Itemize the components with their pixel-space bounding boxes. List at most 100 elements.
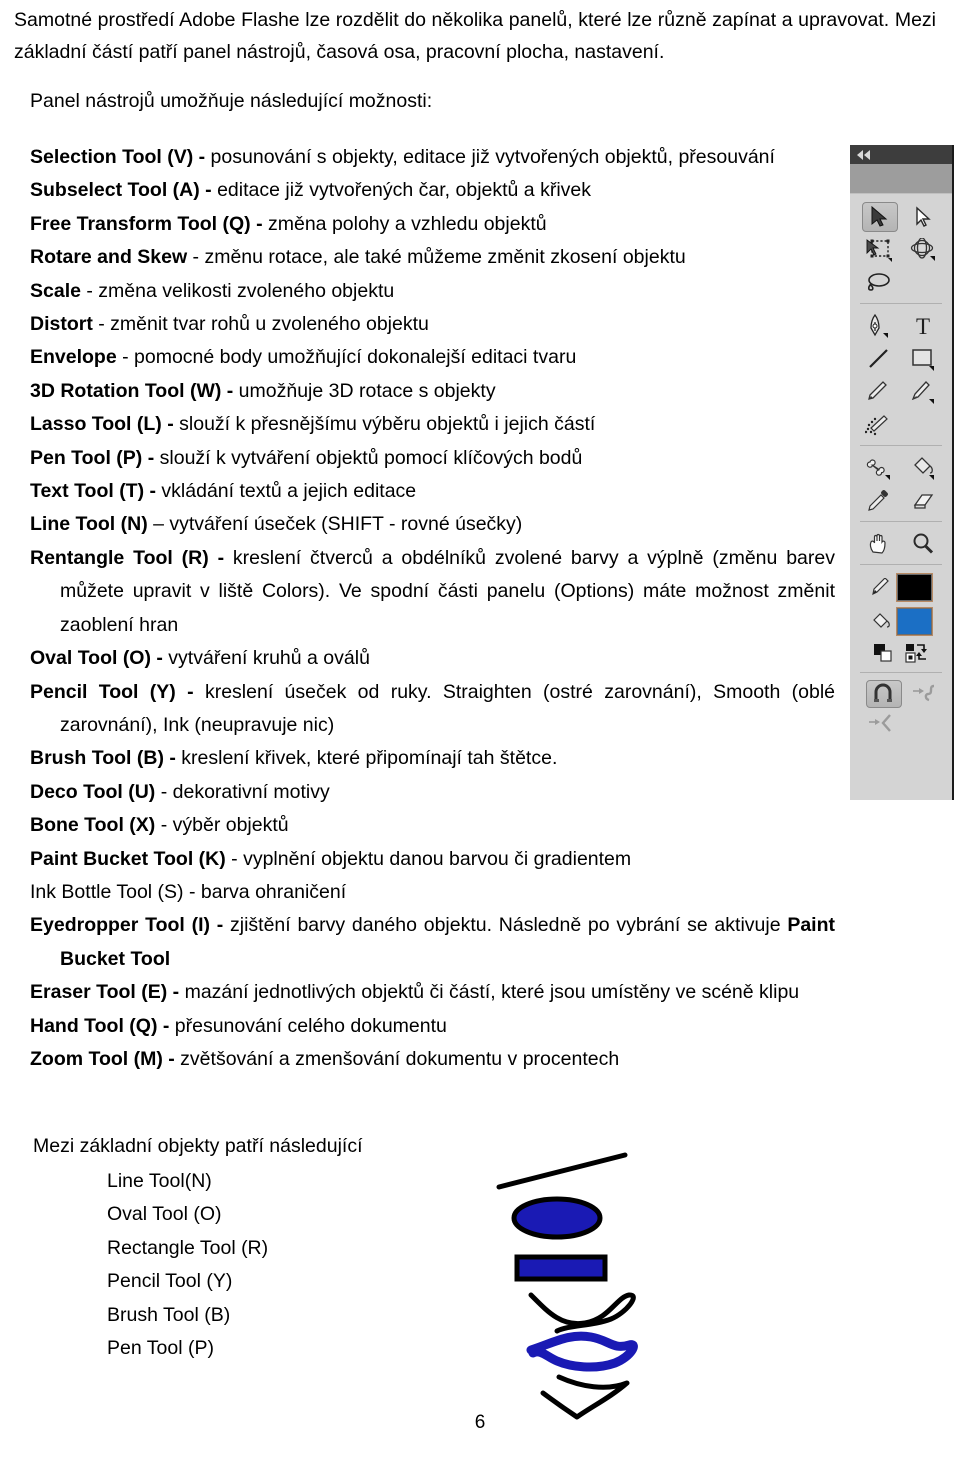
tool-list-item: Paint Bucket Tool (K) - vyplnění objektu… xyxy=(30,843,835,876)
swap-colors-icon[interactable] xyxy=(905,643,929,663)
tool-list-item: Line Tool (N) – vytváření úseček (SHIFT … xyxy=(30,508,835,541)
tool-name: Envelope xyxy=(30,346,117,369)
sample-rectangle xyxy=(514,1254,608,1282)
snap-to-objects-icon[interactable] xyxy=(864,679,902,708)
tool-description: umožňuje 3D rotace s objekty xyxy=(233,379,496,402)
free-transform-tool-icon[interactable] xyxy=(857,234,901,265)
panel-separator xyxy=(860,303,942,304)
bone-tool-icon[interactable] xyxy=(857,452,901,483)
fill-color-row[interactable] xyxy=(854,604,948,638)
objects-list-item: Pencil Tool (Y) xyxy=(107,1270,233,1293)
intro-paragraph: Samotné prostředí Adobe Flashe lze rozdě… xyxy=(14,4,936,68)
sample-pencil-stroke xyxy=(528,1292,636,1334)
tool-list-item: Pencil Tool (Y) - kreslení úseček od ruk… xyxy=(30,676,835,743)
tool-name: Free Transform Tool (Q) - xyxy=(30,212,263,235)
selection-arrow-tool-icon[interactable] xyxy=(857,201,901,232)
zoom-tool-icon[interactable] xyxy=(901,528,945,559)
tool-name: Pencil Tool (Y) - xyxy=(30,680,194,703)
tool-description: vytváření kruhů a oválů xyxy=(162,647,370,670)
tool-description: změna polohy a vzhledu objektů xyxy=(262,212,547,235)
tool-description: kreslení křivek, které připomínají tah š… xyxy=(175,747,558,770)
subselection-arrow-tool-icon[interactable] xyxy=(901,201,945,232)
tool-description: - změnit tvar rohů u zvoleného objektu xyxy=(92,313,429,336)
color-options-row[interactable] xyxy=(854,638,948,668)
tool-description: zvětšování a zmenšování dokumentu v proc… xyxy=(174,1047,620,1070)
tool-name: Oval Tool (O) - xyxy=(30,647,163,670)
options-row[interactable] xyxy=(854,678,948,708)
tool-row xyxy=(854,375,948,408)
objects-list: Line Tool(N) Oval Tool (O) Rectangle Tool … xyxy=(107,1165,268,1365)
tool-list-item: Rentangle Tool (R) - kreslení čtverců a … xyxy=(30,542,835,642)
tool-list-item: Zoom Tool (M) - zvětšování a zmenšování … xyxy=(30,1043,835,1076)
3d-rotation-tool-icon[interactable] xyxy=(901,234,945,265)
panel-tool-grid[interactable]: T xyxy=(850,194,952,742)
tool-name: 3D Rotation Tool (W) - xyxy=(30,379,234,402)
tool-name: Text Tool (T) - xyxy=(30,480,156,503)
tool-list-item: Rotare and Skew - změnu rotace, ale také… xyxy=(30,241,835,274)
rectangle-tool-icon[interactable] xyxy=(901,343,945,374)
intro-text: Samotné prostředí Adobe Flashe lze rozdě… xyxy=(14,9,936,63)
line-tool-icon[interactable] xyxy=(857,343,901,374)
page-number: 6 xyxy=(474,1412,486,1433)
tool-name: Selection Tool (V) - xyxy=(30,146,206,168)
collapse-double-arrow-icon[interactable] xyxy=(856,149,870,160)
tool-cell-empty xyxy=(901,267,945,298)
pencil-tool-icon[interactable] xyxy=(857,376,901,407)
brush-tool-icon[interactable] xyxy=(901,376,945,407)
fill-color-swatch[interactable] xyxy=(895,606,933,636)
tool-description: vkládání textů a jejich editace xyxy=(156,480,417,503)
smooth-option-icon[interactable] xyxy=(912,682,938,704)
objects-heading: Mezi základní objekty patří následující xyxy=(33,1135,363,1157)
text-tool-icon[interactable]: T xyxy=(901,310,945,341)
tool-list-item: Eyedropper Tool (I) - zjištění barvy dan… xyxy=(30,909,835,976)
paint-bucket-fill-color-icon xyxy=(871,612,891,630)
tool-list-item: Free Transform Tool (Q) - změna polohy a… xyxy=(30,208,835,241)
paint-bucket-tool-icon[interactable] xyxy=(901,452,945,483)
tool-row xyxy=(854,233,948,266)
lasso-tool-icon[interactable] xyxy=(857,267,901,298)
lead-text: Panel nástrojů umožňuje následující možn… xyxy=(30,90,433,112)
tool-list-item: Selection Tool (V) - posunování s objekt… xyxy=(30,141,835,174)
tool-name: Bone Tool (X) xyxy=(30,814,156,837)
tool-name: Zoom Tool (M) - xyxy=(30,1047,175,1070)
tool-list-item: Pen Tool (P) - slouží k vytváření objekt… xyxy=(30,442,835,475)
tool-list-item: Bone Tool (X) - výběr objektů xyxy=(30,809,835,842)
tool-name: Eraser Tool (E) - xyxy=(30,981,180,1004)
document-page: Samotné prostředí Adobe Flashe lze rozdě… xyxy=(0,0,960,1467)
tool-description: - pomocné body umožňující dokonalejší ed… xyxy=(116,346,577,369)
tool-description: - vyplnění objektu danou barvou či gradi… xyxy=(225,847,632,870)
tool-list-item: Eraser Tool (E) - mazání jednotlivých ob… xyxy=(30,976,835,1009)
sample-oval xyxy=(511,1196,603,1240)
tool-name: Hand Tool (Q) - xyxy=(30,1014,170,1037)
tool-row: T xyxy=(854,309,948,342)
sample-drawings xyxy=(495,1145,675,1420)
panel-separator xyxy=(860,672,942,673)
options-row-2[interactable] xyxy=(854,708,948,738)
tool-description: - výběr objektů xyxy=(155,814,289,837)
flash-tools-panel[interactable]: T xyxy=(850,145,954,800)
eyedropper-tool-icon[interactable] xyxy=(857,485,901,516)
tool-name: Lasso Tool (L) - xyxy=(30,413,174,436)
stroke-color-swatch[interactable] xyxy=(895,572,933,602)
tool-row xyxy=(854,342,948,375)
tool-list-item: Lasso Tool (L) - slouží k přesnějšímu vý… xyxy=(30,408,835,441)
hand-tool-icon[interactable] xyxy=(857,528,901,559)
tool-description: přesunování celého dokumentu xyxy=(169,1014,447,1037)
spray-brush-tool-icon[interactable] xyxy=(857,409,901,440)
tool-list-item: Text Tool (T) - vkládání textů a jejich … xyxy=(30,475,835,508)
tool-list-item: Deco Tool (U) - dekorativní motivy xyxy=(30,776,835,809)
black-white-colors-icon[interactable] xyxy=(873,643,895,663)
tool-list-item: Ink Bottle Tool (S) - barva ohraničení xyxy=(30,876,835,909)
panel-titlebar[interactable] xyxy=(850,145,952,164)
tool-description: slouží k vytváření objektů pomocí klíčov… xyxy=(154,446,583,469)
tool-name: Scale xyxy=(30,279,81,302)
objects-list-item: Brush Tool (B) xyxy=(107,1303,231,1326)
straighten-option-icon[interactable] xyxy=(868,712,898,734)
stroke-color-row[interactable] xyxy=(854,570,948,604)
pen-tool-icon[interactable] xyxy=(857,310,901,341)
tool-list-item: Distort - změnit tvar rohů u zvoleného o… xyxy=(30,308,835,341)
eraser-tool-icon[interactable] xyxy=(901,485,945,516)
tool-description: - změnu rotace, ale také můžeme změnit z… xyxy=(187,246,686,269)
tool-name: Rentangle Tool (R) - xyxy=(30,546,225,569)
tool-description: zjištění barvy daného objektu. Následně … xyxy=(223,914,788,937)
